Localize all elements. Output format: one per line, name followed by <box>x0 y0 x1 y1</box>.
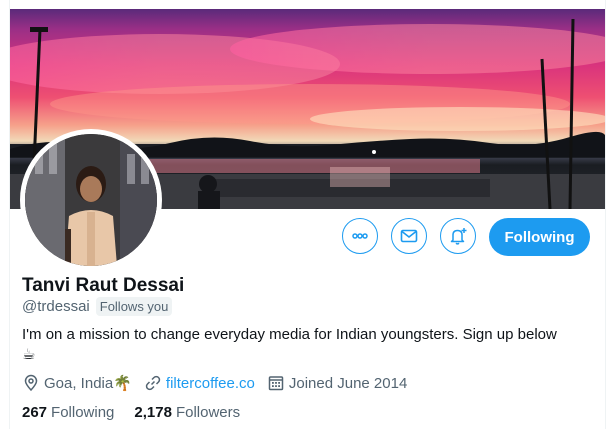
follow-stats: 267 Following 2,178 Followers <box>22 404 260 421</box>
link-icon <box>145 375 161 391</box>
following-label: Following <box>51 404 115 421</box>
following-count: 267 <box>22 404 48 421</box>
website-item[interactable]: filtercoffee.co <box>144 374 255 392</box>
follows-you-badge: Follows you <box>95 297 173 316</box>
more-button[interactable] <box>342 218 378 254</box>
calendar-icon <box>268 376 284 391</box>
handle-row: @trdessai Follows you <box>22 297 173 316</box>
joined-text: Joined June 2014 <box>288 374 408 392</box>
location-pin-icon <box>24 374 38 392</box>
display-name: Tanvi Raut Dessai <box>22 275 185 296</box>
envelope-icon <box>400 229 418 243</box>
location-item: Goa, India 🌴 <box>22 374 132 392</box>
notify-button[interactable] <box>440 218 476 254</box>
profile-meta: Goa, India 🌴 filtercoffee.co Joined June… <box>22 374 419 392</box>
location-text: Goa, India <box>44 374 114 392</box>
bell-plus-icon <box>450 228 467 245</box>
followers-label: Followers <box>175 404 241 421</box>
right-border <box>605 0 606 429</box>
message-button[interactable] <box>391 218 427 254</box>
coffee-emoji: ☕ <box>22 346 36 363</box>
followers-stat[interactable]: 2,178 Followers <box>134 404 240 421</box>
followers-count: 2,178 <box>134 404 172 421</box>
website-link[interactable]: filtercoffee.co <box>166 375 255 392</box>
joined-item: Joined June 2014 <box>267 374 407 392</box>
following-stat[interactable]: 267 Following <box>22 404 114 421</box>
bio: I'm on a mission to change everyday medi… <box>22 325 592 365</box>
following-button[interactable]: Following <box>489 218 590 256</box>
following-button-label: Following <box>504 228 575 246</box>
palm-tree-emoji: 🌴 <box>113 375 132 392</box>
more-icon <box>352 233 368 239</box>
handle: @trdessai <box>22 298 90 315</box>
bio-text: I'm on a mission to change everyday medi… <box>22 326 557 343</box>
avatar[interactable] <box>25 134 157 266</box>
